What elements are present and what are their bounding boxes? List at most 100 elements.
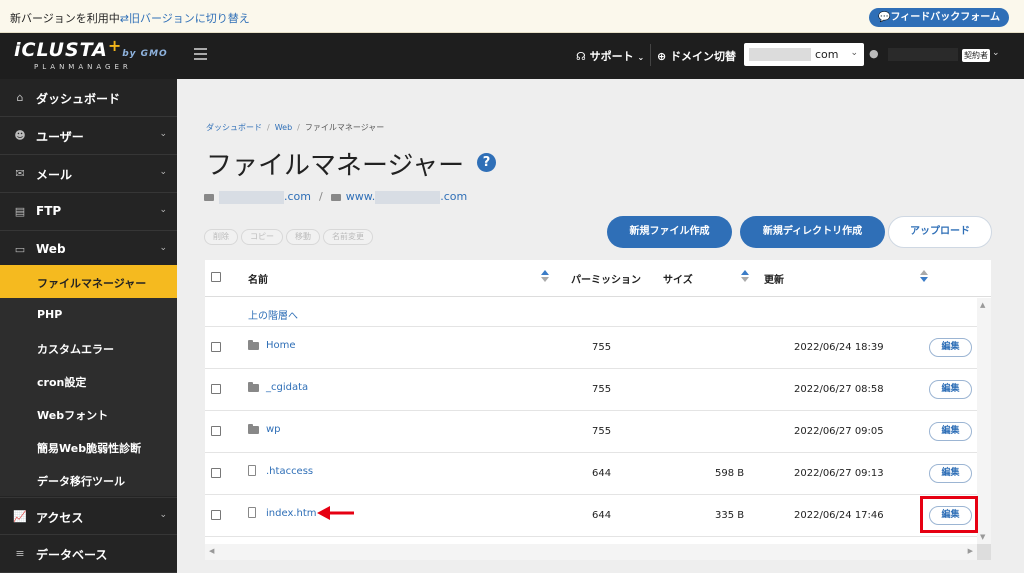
permission-value: 755 — [592, 384, 612, 395]
horizontal-scrollbar[interactable]: ◀ ▶ — [205, 544, 991, 560]
nav-ftp[interactable]: ▤ FTP ⌄ — [0, 193, 177, 231]
file-icon: ▤ — [14, 205, 26, 218]
nav-mail[interactable]: ✉ メール ⌄ — [0, 155, 177, 193]
domain-redaction — [749, 48, 811, 61]
table-row: wp 755 2022/06/27 09:05 編集 — [205, 411, 977, 453]
copy-button[interactable]: コピー — [241, 229, 283, 245]
nav-access[interactable]: 📈 アクセス ⌄ — [0, 497, 177, 535]
path-breadcrumb: .com / www. .com — [204, 190, 467, 204]
vertical-scrollbar[interactable]: ▲ ▼ — [977, 298, 991, 544]
permission-value: 755 — [592, 426, 612, 437]
database-icon: ≡ — [15, 547, 25, 560]
scroll-down-icon[interactable]: ▼ — [980, 533, 985, 541]
domain-redaction — [375, 190, 441, 204]
menu-toggle-icon[interactable] — [194, 48, 207, 60]
size-value: 335 B — [715, 510, 745, 521]
chevron-down-icon: ⌄ — [159, 205, 167, 215]
user-menu-chevron-icon[interactable]: ⌄ — [992, 48, 1000, 58]
row-checkbox[interactable] — [211, 342, 221, 352]
new-directory-button[interactable]: 新規ディレクトリ作成 — [740, 216, 885, 248]
row-checkbox[interactable] — [211, 510, 221, 520]
folder-icon — [330, 193, 341, 201]
edit-button[interactable]: 編集 — [929, 380, 972, 399]
file-name-link[interactable]: .htaccess — [266, 466, 313, 477]
logo[interactable]: iCLUSTA+by GMO PLANMANAGER — [0, 33, 177, 79]
feedback-label: フィードバックフォーム — [890, 12, 1001, 23]
chevron-down-icon: ⌄ — [159, 129, 167, 139]
breadcrumb-current: ファイルマネージャー — [304, 123, 385, 132]
version-notice: 新バージョンを利用中⇄旧バージョンに切り替え — [10, 10, 250, 26]
nav-dashboard[interactable]: ⌂ ダッシュボード — [0, 79, 177, 117]
folder-icon — [248, 382, 259, 392]
updated-value: 2022/06/27 09:13 — [794, 468, 884, 479]
nav-users[interactable]: ☻ ユーザー ⌄ — [0, 117, 177, 155]
logo-text: iCLUSTA+by GMO — [14, 36, 168, 61]
chevron-down-icon: ⌄ — [159, 510, 167, 520]
parent-dir-link[interactable]: 上の階層へ — [248, 307, 298, 322]
new-file-button[interactable]: 新規ファイル作成 — [607, 216, 732, 248]
nav-sub-vuln-scan[interactable]: 簡易Web脆弱性診断 — [0, 430, 177, 463]
chevron-down-icon: ⌄ — [159, 243, 167, 253]
updated-value: 2022/06/27 08:58 — [794, 384, 884, 395]
edit-button[interactable]: 編集 — [929, 422, 972, 441]
upload-button[interactable]: アップロード — [888, 216, 992, 248]
globe-icon: ⊕ — [657, 50, 667, 63]
swap-icon: ⇄ — [119, 12, 129, 25]
nav-sub-file-manager[interactable]: ファイルマネージャー — [0, 265, 177, 298]
nav-sub-migration[interactable]: データ移行ツール — [0, 463, 177, 496]
user-icon: ● — [869, 47, 879, 60]
row-checkbox[interactable] — [211, 426, 221, 436]
domain-switch-label: ⊕ ドメイン切替 — [657, 50, 737, 63]
file-name-link[interactable]: index.htm — [266, 508, 317, 519]
path-domain-link[interactable]: .com — [284, 190, 311, 203]
nav-sub-cron[interactable]: cron設定 — [0, 364, 177, 397]
row-checkbox[interactable] — [211, 384, 221, 394]
scroll-right-icon[interactable]: ▶ — [968, 547, 973, 555]
header-updated[interactable]: 更新 — [764, 271, 784, 286]
chevron-down-icon: ⌄ — [850, 48, 858, 58]
sort-size-icon[interactable] — [741, 270, 749, 286]
file-name-link[interactable]: wp — [266, 424, 281, 435]
domain-select[interactable]: com ⌄ — [744, 43, 864, 66]
header-permission[interactable]: パーミッション — [571, 271, 641, 286]
edit-button[interactable]: 編集 — [929, 338, 972, 357]
scroll-left-icon[interactable]: ◀ — [209, 547, 214, 555]
domain-value: com — [815, 48, 839, 61]
header-size[interactable]: サイズ — [663, 271, 693, 286]
breadcrumb-web[interactable]: Web — [275, 123, 292, 132]
version-notice-bar: 新バージョンを利用中⇄旧バージョンに切り替え 💬フィードバックフォーム — [0, 0, 1024, 33]
scroll-up-icon[interactable]: ▲ — [980, 301, 985, 309]
delete-button[interactable]: 削除 — [204, 229, 238, 245]
headset-icon: ☊ — [576, 50, 586, 63]
users-icon: ☻ — [14, 129, 26, 142]
edit-button[interactable]: 編集 — [929, 464, 972, 483]
nav-sub-webfont[interactable]: Webフォント — [0, 397, 177, 430]
sort-name-icon[interactable] — [541, 270, 549, 286]
folder-icon — [248, 424, 259, 434]
help-icon[interactable]: ? — [477, 153, 496, 172]
permission-value: 644 — [592, 468, 612, 479]
permission-value: 644 — [592, 510, 612, 521]
path-www-suffix[interactable]: .com — [440, 190, 467, 203]
move-button[interactable]: 移動 — [286, 229, 320, 245]
row-checkbox[interactable] — [211, 468, 221, 478]
rename-button[interactable]: 名前変更 — [323, 229, 373, 245]
mail-icon: ✉ — [15, 167, 25, 180]
table-row: _cgidata 755 2022/06/27 08:58 編集 — [205, 369, 977, 411]
support-menu[interactable]: ☊ サポート ⌄ — [576, 48, 644, 64]
breadcrumb-dashboard[interactable]: ダッシュボード — [206, 123, 262, 132]
path-www-prefix[interactable]: www. — [346, 190, 375, 203]
select-all-checkbox[interactable] — [211, 272, 221, 282]
nav-web[interactable]: ▭ Web ⌄ — [0, 231, 177, 269]
file-name-link[interactable]: _cgidata — [266, 382, 308, 393]
file-name-link[interactable]: Home — [266, 340, 296, 351]
permission-value: 755 — [592, 342, 612, 353]
header-name[interactable]: 名前 — [248, 271, 268, 286]
sort-updated-icon[interactable] — [920, 270, 928, 286]
nav-sub-custom-error[interactable]: カスタムエラー — [0, 331, 177, 364]
nav-sub-php[interactable]: PHP — [0, 298, 177, 331]
old-version-link[interactable]: 旧バージョンに切り替え — [129, 12, 250, 25]
feedback-button[interactable]: 💬フィードバックフォーム — [869, 8, 1009, 27]
updated-value: 2022/06/27 09:05 — [794, 426, 884, 437]
nav-database[interactable]: ≡ データベース — [0, 535, 177, 573]
